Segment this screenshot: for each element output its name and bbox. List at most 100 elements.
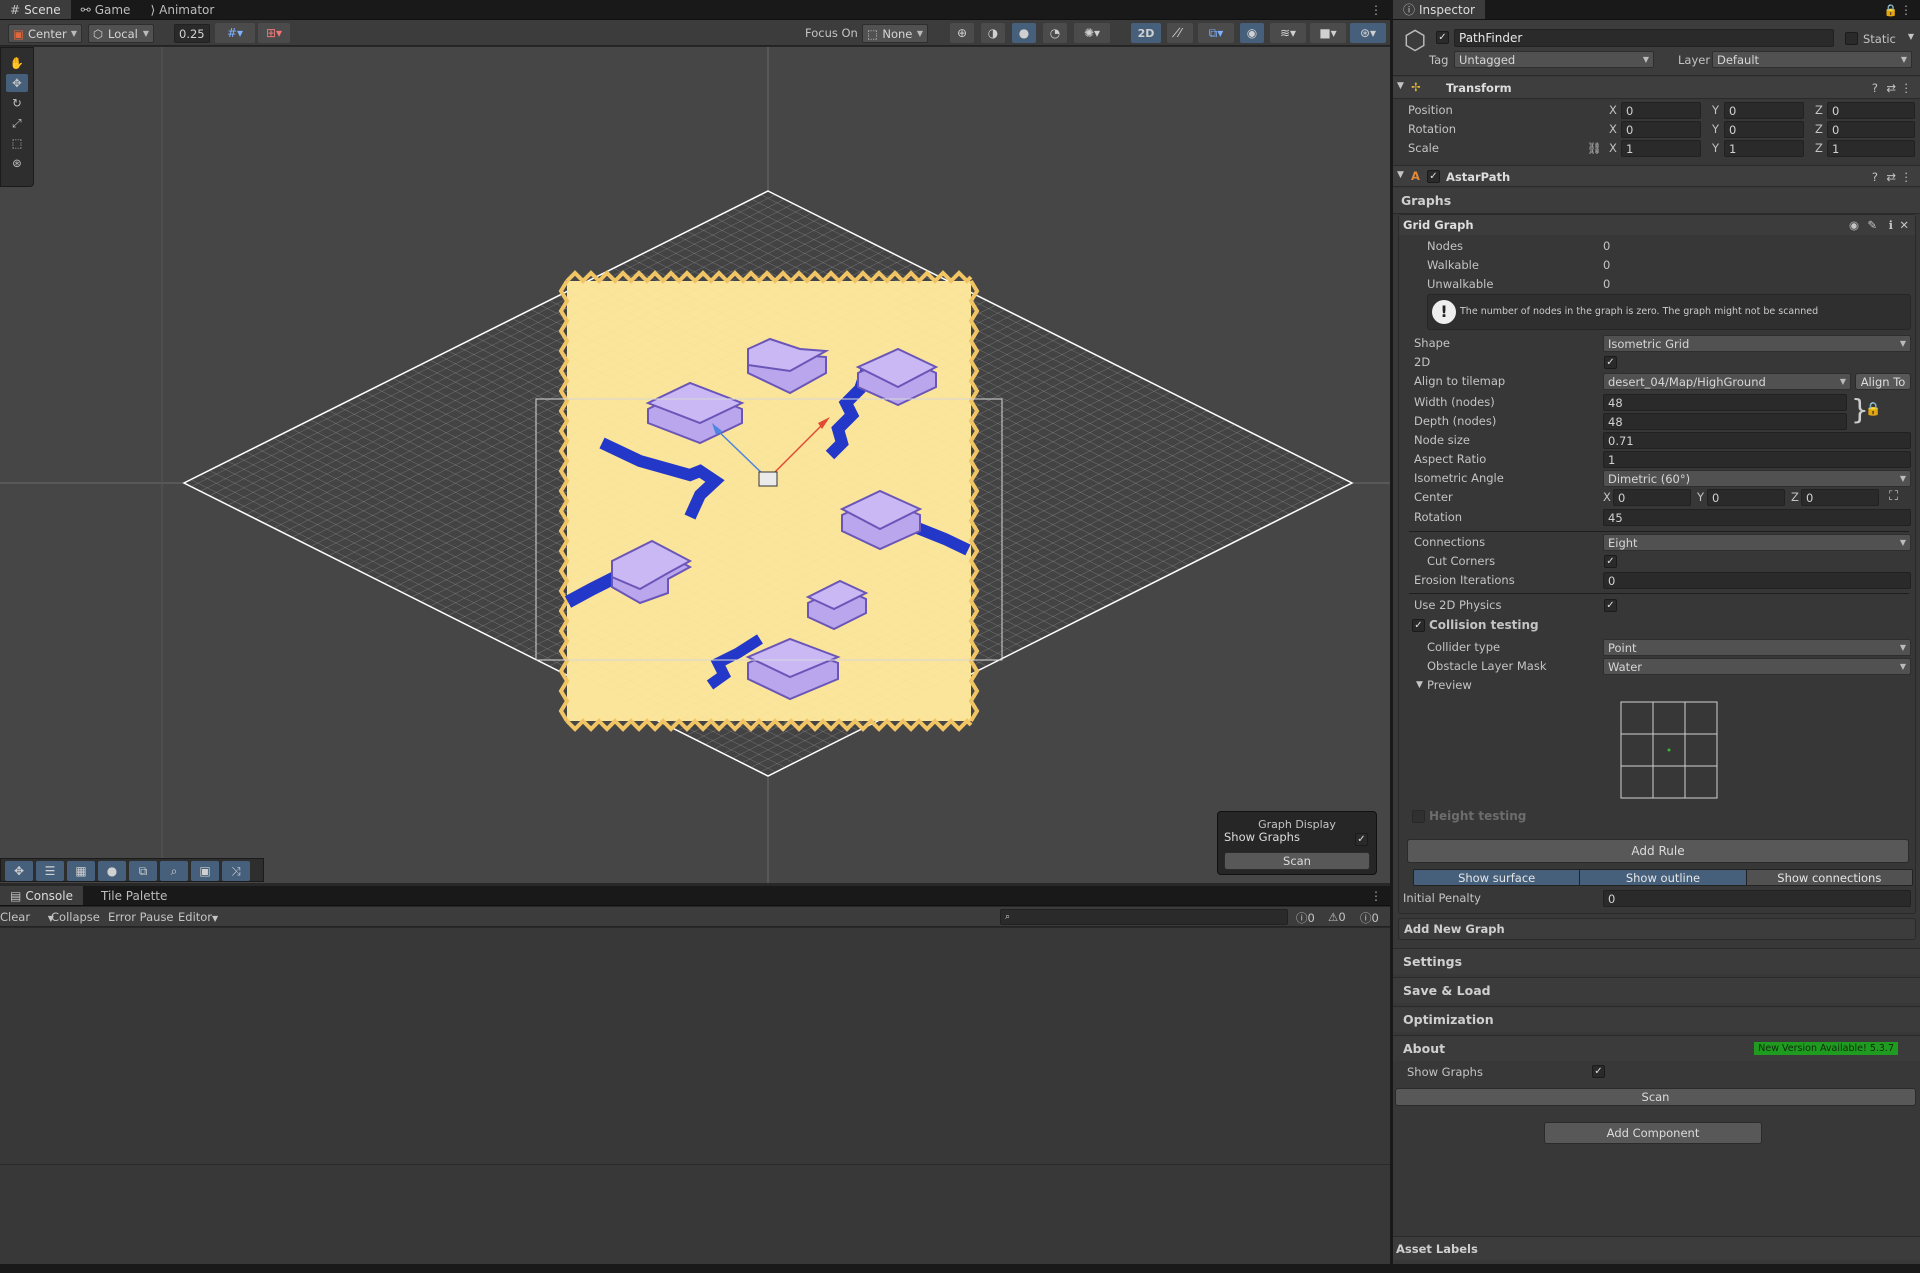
move-tool-icon[interactable]: ✥ (6, 74, 28, 92)
width-nodes-field[interactable]: 48 (1603, 394, 1847, 411)
tile-shuffle-icon[interactable]: ⤨ (222, 861, 250, 881)
static-dropdown-icon[interactable]: ▼ (1908, 32, 1914, 41)
depth-nodes-field[interactable]: 48 (1603, 413, 1847, 430)
console-menu-icon[interactable]: ⋮ (1370, 889, 1382, 903)
node-size-field[interactable]: 0.71 (1603, 432, 1911, 449)
connections-dropdown[interactable]: Eight ▼ (1603, 534, 1911, 551)
layer-dropdown[interactable]: Default ▼ (1712, 51, 1912, 68)
show-connections-toggle[interactable]: Show connections (1745, 870, 1912, 885)
rect-tool-icon[interactable]: ⬚ (6, 134, 28, 152)
tile-settings-icon[interactable]: ☰ (36, 861, 64, 881)
draw-mode-button[interactable]: ⊕ (950, 23, 974, 43)
rotation-y-field[interactable]: 0 (1724, 121, 1804, 138)
rotate-tool-icon[interactable]: ↻ (6, 94, 28, 112)
add-rule-button[interactable]: Add Rule (1407, 839, 1909, 863)
info-icon[interactable]: ℹ (1889, 218, 1893, 232)
pivot-dropdown[interactable]: ▣ Center ▼ (8, 24, 82, 43)
scene-menu-icon[interactable]: ⋮ (1370, 3, 1382, 17)
save-load-section[interactable]: Save & Load (1393, 977, 1920, 1003)
info-count-badge[interactable]: ⓘ0 (1296, 910, 1315, 926)
tile-grid-icon[interactable]: ▦ (67, 861, 95, 881)
graph-rotation-field[interactable]: 45 (1603, 509, 1911, 526)
center-x-field[interactable]: 0 (1613, 489, 1691, 506)
aspect-ratio-field[interactable]: 1 (1603, 451, 1911, 468)
eye-icon[interactable]: ◉ (1849, 218, 1859, 232)
cut-corners-checkbox[interactable]: ✓ (1604, 555, 1617, 568)
link-icon[interactable]: ⛓ (1587, 141, 1602, 155)
asset-labels-bar[interactable]: Asset Labels (1393, 1236, 1920, 1260)
lock-icon[interactable]: 🔒 (1884, 3, 1898, 17)
scan-button[interactable]: Scan (1395, 1088, 1916, 1106)
position-z-field[interactable]: 0 (1827, 102, 1915, 119)
presets-icon[interactable]: ⇄ (1886, 170, 1896, 184)
component-menu-icon[interactable]: ⋮ (1901, 81, 1913, 95)
transform-tool-icon[interactable]: ⊛ (6, 154, 28, 172)
add-new-graph-button[interactable]: Add New Graph (1398, 918, 1916, 940)
show-surface-toggle[interactable]: Show surface (1414, 870, 1580, 885)
preview-foldout[interactable]: ▼ Preview (1399, 676, 1915, 695)
transform-header[interactable]: ▼ ✢ Transform ? ⇄ ⋮ (1393, 77, 1920, 99)
collider-type-dropdown[interactable]: Point ▼ (1603, 639, 1911, 656)
lighting-dropdown[interactable]: ✺▾ (1074, 23, 1110, 43)
isometric-angle-dropdown[interactable]: Dimetric (60°) ▼ (1603, 470, 1911, 487)
optimization-section[interactable]: Optimization (1393, 1006, 1920, 1032)
select-tile-icon[interactable]: ✥ (5, 861, 33, 881)
tab-animator[interactable]: ⟩ Animator (140, 0, 224, 19)
close-icon[interactable]: ✕ (1899, 218, 1909, 232)
scale-tool-icon[interactable]: ⤢ (6, 114, 28, 132)
audio-toggle-button[interactable]: ⁄̸ (1167, 23, 1193, 43)
erosion-iterations-field[interactable]: 0 (1603, 572, 1911, 589)
warning-count-badge[interactable]: ⚠0 (1328, 910, 1346, 924)
help-icon[interactable]: ? (1872, 81, 1878, 95)
effects-dropdown[interactable]: ⧉▾ (1198, 23, 1234, 43)
active-checkbox[interactable]: ✓ (1436, 31, 1449, 44)
about-section[interactable]: About New Version Available! 5.3.7 (1393, 1035, 1920, 1061)
initial-penalty-field[interactable]: 0 (1603, 890, 1911, 907)
tile-layers-icon[interactable]: ⧉ (129, 861, 157, 881)
tile-palette-icon[interactable]: ▣ (191, 861, 219, 881)
error-pause-button[interactable]: Error Pause (108, 910, 174, 924)
rotation-z-field[interactable]: 0 (1827, 121, 1915, 138)
component-menu-icon[interactable]: ⋮ (1901, 170, 1913, 184)
align-tilemap-dropdown[interactable]: desert_04/Map/HighGround ▼ (1603, 373, 1851, 390)
rotation-x-field[interactable]: 0 (1621, 121, 1701, 138)
layers-dropdown[interactable]: ≋▾ (1270, 23, 1306, 43)
add-component-button[interactable]: Add Component (1544, 1122, 1762, 1144)
astarpath-enabled-checkbox[interactable]: ✓ (1427, 170, 1440, 183)
camera-dropdown[interactable]: ■▾ (1310, 23, 1346, 43)
focus-on-dropdown[interactable]: ⬚ None ▼ (862, 24, 928, 43)
tab-console[interactable]: ▤ Console (0, 886, 83, 905)
obstacle-mask-dropdown[interactable]: Water ▼ (1603, 658, 1911, 675)
wireframe-shading-button[interactable]: ◑ (981, 23, 1005, 43)
tab-inspector[interactable]: ⓘ Inspector (1393, 0, 1485, 19)
overlay-show-graphs-checkbox[interactable]: ✓ (1355, 833, 1368, 846)
settings-section[interactable]: Settings (1393, 948, 1920, 974)
space-dropdown[interactable]: ⬡ Local ▼ (88, 24, 154, 43)
view-tool-icon[interactable]: ✋ (6, 54, 28, 72)
use-2d-physics-checkbox[interactable]: ✓ (1604, 599, 1617, 612)
scale-y-field[interactable]: 1 (1724, 140, 1804, 157)
center-y-field[interactable]: 0 (1707, 489, 1785, 506)
grid-snap-dropdown[interactable]: #▾ (215, 23, 255, 43)
shape-dropdown[interactable]: Isometric Grid ▼ (1603, 335, 1911, 352)
presets-icon[interactable]: ⇄ (1886, 81, 1896, 95)
object-name-field[interactable]: PathFinder (1454, 29, 1834, 47)
error-count-badge[interactable]: ⓘ0 (1360, 910, 1379, 926)
height-testing-checkbox[interactable] (1412, 810, 1425, 823)
tab-tile-palette[interactable]: Tile Palette (83, 886, 177, 905)
gizmos-dropdown[interactable]: ⊛▾ (1350, 23, 1386, 43)
collision-testing-checkbox[interactable]: ✓ (1412, 619, 1425, 632)
show-graphs-checkbox[interactable]: ✓ (1592, 1065, 1605, 1078)
snap-increment-field[interactable]: 0.25 (174, 24, 210, 43)
clear-button[interactable]: Clear ▼ (0, 910, 54, 924)
position-x-field[interactable]: 0 (1621, 102, 1701, 119)
twod-checkbox[interactable]: ✓ (1604, 356, 1617, 369)
editor-dropdown[interactable]: Editor▼ (178, 910, 218, 924)
console-log-area[interactable] (0, 928, 1390, 1164)
2d-mode-button[interactable]: 2D (1131, 23, 1161, 43)
new-version-badge[interactable]: New Version Available! 5.3.7 (1754, 1042, 1898, 1055)
tab-scene[interactable]: # Scene (0, 0, 71, 19)
console-search-input[interactable]: ⌕ (1000, 909, 1288, 925)
snap-center-icon[interactable]: ⛶ (1889, 489, 1898, 504)
grid-visibility-dropdown[interactable]: ⊞▾ (258, 23, 290, 43)
